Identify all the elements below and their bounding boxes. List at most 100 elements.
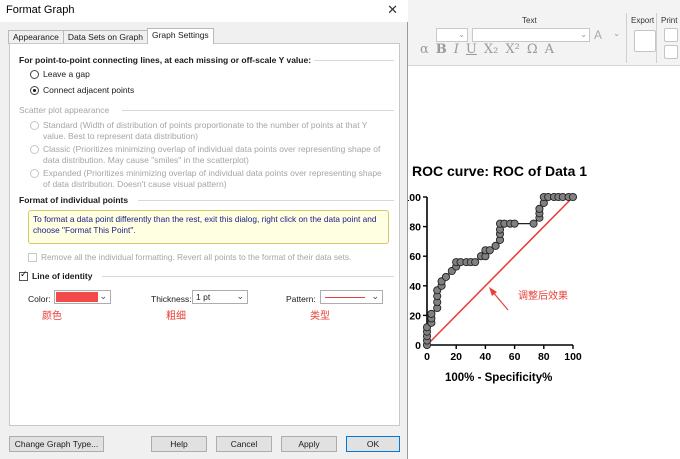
radio-button — [30, 145, 39, 154]
color-label: Color: — [28, 294, 51, 304]
plot-area: 0 20 40 60 80 100020406080100 — [403, 192, 582, 363]
x-tick-label: 80 — [538, 351, 550, 363]
remove-formatting-label: Remove all the individual formatting. Re… — [41, 252, 352, 262]
color-swatch — [56, 292, 98, 302]
x-tick-label: 0 — [424, 351, 430, 363]
data-point — [427, 309, 436, 318]
close-icon[interactable]: ✕ — [387, 2, 398, 18]
radio-button[interactable] — [30, 70, 39, 79]
chevron-down-icon: ⌄ — [458, 30, 465, 39]
radio-label: Classic (Prioritizes minimizing overlap … — [43, 144, 381, 165]
underline-icon[interactable]: U — [466, 42, 477, 57]
x-axis-title: 100% - Specificity% — [445, 372, 553, 384]
email-icon[interactable] — [664, 45, 678, 59]
dialog-title: Format Graph — [6, 4, 75, 16]
individual-section-heading: Format of individual points — [19, 195, 129, 205]
subscript-icon[interactable]: X₂ — [484, 42, 498, 57]
tab-data-sets-on-graph[interactable]: Data Sets on Graph — [62, 30, 148, 44]
text-icon[interactable]: A — [545, 42, 554, 57]
radio-label: Standard (Width of distribution of point… — [43, 120, 368, 141]
data-point — [529, 219, 538, 228]
data-point — [471, 258, 480, 267]
italic-icon[interactable]: I — [454, 42, 459, 57]
info-box: To format a data point differently than … — [28, 210, 389, 244]
divider — [102, 276, 394, 277]
chevron-down-icon: ⌄ — [371, 291, 379, 301]
font-color-icon: A — [594, 28, 603, 42]
format-graph-dialog: Format Graph ✕ Appearance Data Sets on G… — [0, 0, 408, 459]
alpha-icon[interactable]: α — [420, 42, 429, 57]
radio-label: Expanded (Prioritizes minimizing overlap… — [43, 168, 382, 189]
ribbon-group-export-title: Export — [631, 16, 655, 25]
superscript-icon[interactable]: X² — [505, 42, 519, 57]
line-of-identity-label: Line of identity — [32, 271, 93, 281]
y-tick-label: 40 — [409, 281, 421, 293]
font-color-button[interactable]: A ⌄ — [594, 28, 622, 42]
font-name-combo[interactable]: ⌄ — [436, 28, 468, 42]
x-tick-label: 100 — [564, 351, 582, 363]
chevron-down-icon: ⌄ — [580, 30, 587, 39]
radio-label: Connect adjacent points — [43, 85, 135, 95]
chevron-down-icon: ⌄ — [613, 29, 620, 38]
ok-button[interactable]: OK — [346, 436, 400, 452]
x-tick-label: 40 — [480, 351, 492, 363]
radio-button — [30, 121, 39, 130]
tab-graph-settings[interactable]: Graph Settings — [146, 28, 214, 44]
cancel-button[interactable]: Cancel — [216, 436, 272, 452]
format-buttons: α B I U X₂ X² Ω A — [420, 42, 554, 57]
color-cn-label: 颜色 — [42, 311, 62, 322]
divider — [122, 110, 394, 111]
color-dropdown[interactable]: ⌄ — [54, 290, 111, 304]
pattern-label: Pattern: — [286, 294, 316, 304]
pattern-line-icon — [325, 297, 365, 298]
thickness-value: 1 pt — [196, 292, 211, 302]
change-graph-type-button[interactable]: Change Graph Type... — [9, 436, 104, 452]
divider — [314, 60, 394, 61]
ribbon-group-print-title: Print — [661, 16, 678, 25]
bold-icon[interactable]: B — [436, 42, 447, 57]
thickness-dropdown[interactable]: 1 pt ⌄ — [192, 290, 248, 304]
apply-button[interactable]: Apply — [281, 436, 337, 452]
pattern-dropdown[interactable]: ⌄ — [320, 290, 383, 304]
ribbon-separator — [656, 13, 657, 63]
radio-scatter-expanded: Expanded (Prioritizes minimizing overlap… — [30, 168, 385, 190]
radio-scatter-classic: Classic (Prioritizes minimizing overlap … — [30, 144, 385, 166]
divider — [138, 200, 394, 201]
thickness-cn-label: 粗细 — [166, 311, 186, 322]
ribbon-separator — [626, 13, 627, 63]
ribbon-group-text-title: Text — [522, 16, 537, 25]
y-tick-label: 20 — [409, 310, 421, 322]
radio-button — [30, 169, 39, 178]
remove-formatting-checkbox — [28, 252, 37, 262]
radio-connect-adjacent[interactable]: Connect adjacent points — [30, 85, 134, 96]
help-button[interactable]: Help — [151, 436, 207, 452]
thickness-label: Thickness: — [151, 294, 192, 304]
radio-label: Leave a gap — [43, 69, 90, 79]
line-of-identity-option[interactable]: Line of identity — [19, 270, 93, 281]
scatter-section-heading: Scatter plot appearance — [19, 105, 110, 115]
data-point — [441, 272, 451, 281]
pattern-cn-label: 类型 — [310, 311, 330, 322]
y-tick-label: 60 — [409, 251, 421, 263]
print-icon[interactable] — [664, 28, 678, 42]
x-tick-label: 60 — [509, 351, 521, 363]
symbol-icon[interactable]: Ω — [527, 42, 538, 57]
tab-bar: Appearance Data Sets on Graph Graph Sett… — [8, 28, 214, 44]
connect-section-heading: For point-to-point connecting lines, at … — [19, 55, 312, 65]
x-tick-label: 20 — [450, 351, 462, 363]
radio-scatter-standard: Standard (Width of distribution of point… — [30, 120, 385, 142]
export-icon[interactable] — [634, 30, 656, 52]
chart-annotation: 调整后效果 — [518, 291, 568, 302]
roc-chart: ROC curve: ROC of Data 1 0 20 40 60 80 100 0 20… — [368, 150, 680, 459]
data-point — [510, 219, 519, 228]
tab-appearance[interactable]: Appearance — [8, 30, 64, 44]
radio-leave-gap[interactable]: Leave a gap — [30, 69, 90, 80]
radio-button[interactable] — [30, 86, 39, 95]
data-point — [568, 192, 578, 202]
chevron-down-icon: ⌄ — [236, 291, 244, 301]
chevron-down-icon: ⌄ — [99, 291, 107, 301]
y-tick-label: 80 — [409, 222, 421, 234]
dialog-titlebar: Format Graph ✕ — [0, 0, 408, 22]
font-size-combo[interactable]: ⌄ — [472, 28, 590, 42]
line-of-identity-checkbox[interactable] — [19, 270, 28, 281]
